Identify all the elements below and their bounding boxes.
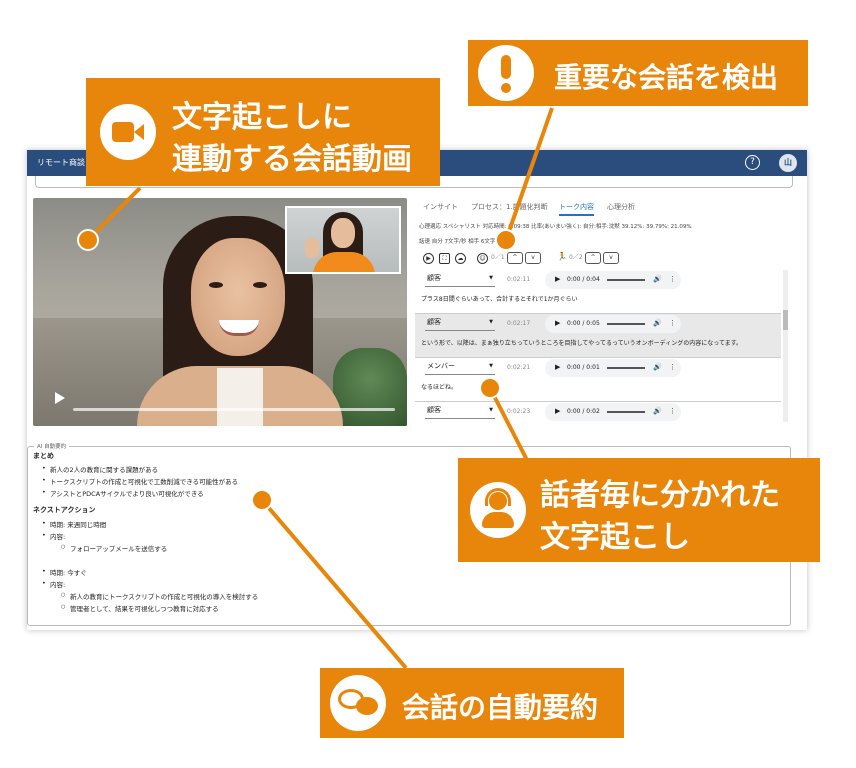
- callout-text: 連動する会話動画: [172, 142, 412, 177]
- headset-person-icon: [470, 482, 526, 538]
- callout-speaker: 話者毎に分かれた 文字起こし: [458, 458, 820, 562]
- chat-bubbles-icon: [330, 675, 386, 731]
- exclamation-icon: [478, 45, 534, 101]
- callout-text: 重要な会話を検出: [554, 61, 779, 94]
- callout-dot: [77, 229, 99, 251]
- callout-text: 話者毎に分かれた: [540, 478, 780, 513]
- callout-dot: [495, 229, 517, 251]
- callout-summary: 会話の自動要約: [320, 668, 624, 738]
- callout-text: 会話の自動要約: [402, 691, 599, 724]
- callout-dot: [479, 377, 501, 399]
- callout-important: 重要な会話を検出: [468, 40, 808, 106]
- callout-text: 文字起こし: [540, 520, 690, 555]
- callout-dot: [251, 489, 273, 511]
- video-camera-icon: [100, 104, 156, 160]
- callout-text: 文字起こしに: [172, 100, 352, 135]
- callout-video: 文字起こしに 連動する会話動画: [86, 78, 440, 186]
